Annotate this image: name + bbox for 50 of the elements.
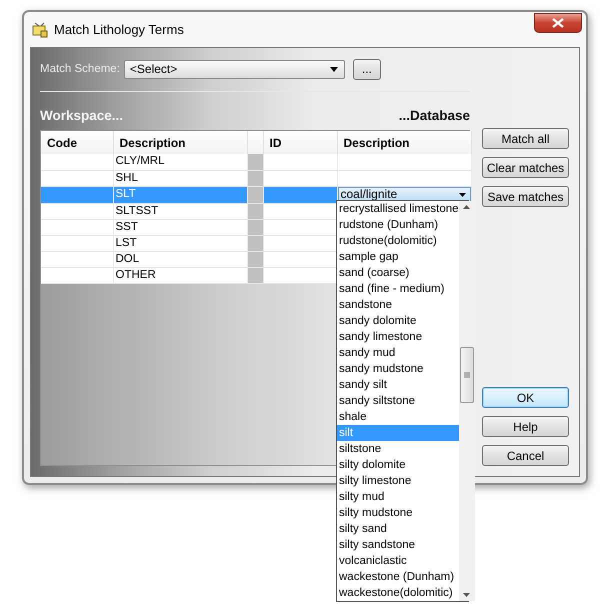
dropdown-option[interactable]: rudstone(dolomitic) bbox=[337, 233, 459, 249]
scrollbar[interactable] bbox=[458, 201, 475, 601]
dialog-button[interactable]: Cancel bbox=[482, 445, 569, 466]
dropdown-option[interactable]: silty mud bbox=[337, 489, 459, 505]
caret-icon bbox=[458, 192, 466, 196]
dropdown-option[interactable]: sandstone bbox=[337, 297, 459, 313]
scroll-up-icon[interactable] bbox=[463, 205, 470, 209]
dropdown-option[interactable]: sandy silt bbox=[337, 377, 459, 393]
table-cell[interactable]: OTHER bbox=[113, 267, 247, 283]
table-cell[interactable]: SLTSST bbox=[113, 203, 247, 219]
table-cell[interactable]: LST bbox=[113, 235, 247, 251]
app-icon bbox=[32, 22, 48, 38]
dropdown-option[interactable]: silty sandstone bbox=[337, 537, 459, 553]
match-scheme-dropdown[interactable]: <Select> bbox=[124, 60, 345, 78]
dialog-button[interactable]: Clear matches bbox=[482, 157, 569, 178]
dropdown-option[interactable]: silty limestone bbox=[337, 473, 459, 489]
dropdown-option[interactable]: siltstone bbox=[337, 441, 459, 457]
dialog-button[interactable]: Help bbox=[482, 416, 569, 437]
dialog-button[interactable]: Save matches bbox=[482, 186, 569, 207]
dropdown-option[interactable]: sample gap bbox=[337, 249, 459, 265]
dropdown-option[interactable]: recrystallised limestone bbox=[337, 201, 459, 217]
scroll-down-icon[interactable] bbox=[463, 593, 470, 597]
close-icon bbox=[552, 18, 564, 28]
dropdown-option[interactable]: silty mudstone bbox=[337, 505, 459, 521]
window-title: Match Lithology Terms bbox=[54, 22, 185, 37]
dropdown-option[interactable]: wackestone(dolomitic) bbox=[337, 585, 459, 601]
dropdown-option[interactable]: sandy mudstone bbox=[337, 361, 459, 377]
dropdown-option[interactable]: volcaniclastic bbox=[337, 553, 459, 569]
dropdown-option[interactable]: rudstone (Dunham) bbox=[337, 217, 459, 233]
workspace-heading: Workspace... bbox=[40, 108, 124, 122]
dropdown-option[interactable]: sandy limestone bbox=[337, 329, 459, 345]
browse-button[interactable]: ... bbox=[352, 58, 381, 80]
scroll-thumb[interactable] bbox=[460, 347, 474, 403]
caret-icon bbox=[330, 66, 338, 72]
dropdown-option[interactable]: sand (coarse) bbox=[337, 265, 459, 281]
dropdown-option[interactable]: sandy mud bbox=[337, 345, 459, 361]
dropdown-option[interactable]: silty dolomite bbox=[337, 457, 459, 473]
table-cell[interactable]: SST bbox=[113, 219, 247, 235]
close-button[interactable] bbox=[534, 12, 582, 32]
dropdown-option[interactable]: shale bbox=[337, 409, 459, 425]
dropdown-option[interactable]: wackestone (Dunham) bbox=[337, 569, 459, 585]
dialog-button[interactable]: Match all bbox=[482, 128, 569, 149]
database-heading: ...Database bbox=[398, 108, 470, 122]
match-scheme-label: Match Scheme: bbox=[40, 63, 120, 75]
dropdown-option[interactable]: silty sand bbox=[337, 521, 459, 537]
dropdown-option[interactable]: sand (fine - medium) bbox=[337, 281, 459, 297]
dialog-button[interactable]: OK bbox=[482, 387, 569, 408]
dropdown-option[interactable]: sandy siltstone bbox=[337, 393, 459, 409]
table-cell[interactable]: DOL bbox=[113, 251, 247, 267]
dropdown-option[interactable]: sandy dolomite bbox=[337, 313, 459, 329]
